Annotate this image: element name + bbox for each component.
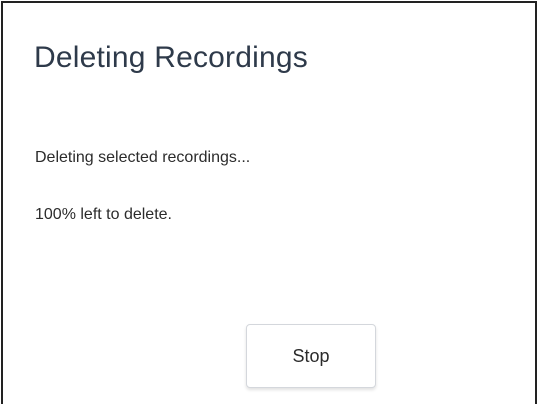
dialog-title: Deleting Recordings (34, 41, 308, 74)
status-message: Deleting selected recordings... (35, 149, 251, 166)
deleting-recordings-dialog: Deleting Recordings Deleting selected re… (1, 1, 537, 404)
progress-message: 100% left to delete. (35, 206, 172, 223)
stop-button[interactable]: Stop (246, 324, 376, 388)
